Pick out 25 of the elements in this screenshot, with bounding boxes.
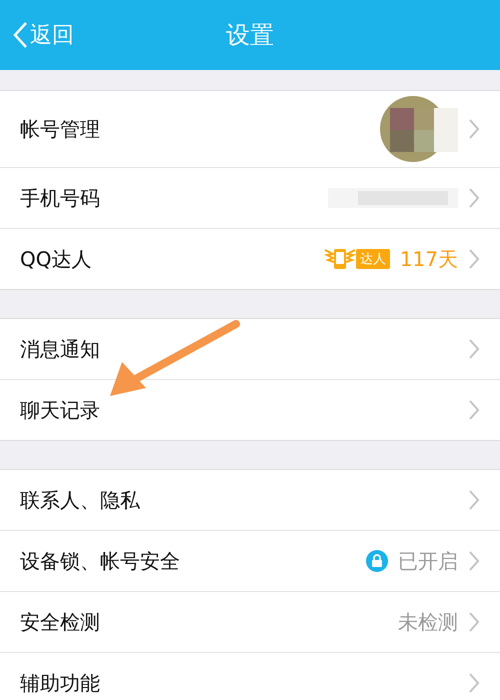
chevron-icon [468, 187, 480, 209]
settings-row[interactable]: 联系人、隐私 [0, 470, 500, 530]
settings-row[interactable]: QQ达人 达人 117天 [0, 228, 500, 289]
settings-row[interactable]: 辅助功能 [0, 652, 500, 700]
chevron-icon [468, 611, 480, 633]
settings-row[interactable]: 安全检测 未检测 [0, 591, 500, 652]
chevron-icon [468, 338, 480, 360]
settings-row[interactable]: 消息通知 [0, 319, 500, 379]
settings-row[interactable]: 手机号码 [0, 167, 500, 228]
winged-phone-icon [324, 246, 356, 272]
chevron-icon [468, 489, 480, 511]
chevron-icon [468, 248, 480, 270]
chevron-icon [468, 399, 480, 421]
chevron-icon [468, 118, 480, 140]
back-icon [12, 21, 28, 49]
status-value: 已开启 [398, 548, 458, 574]
settings-row[interactable]: 帐号管理 [0, 91, 500, 167]
expert-badge: 达人 [324, 246, 390, 272]
days-value: 117天 [400, 246, 458, 272]
chevron-icon [468, 550, 480, 572]
settings-row[interactable]: 设备锁、帐号安全 已开启 [0, 530, 500, 591]
lock-icon [366, 550, 388, 572]
status-value: 未检测 [398, 608, 458, 636]
page-title: 设置 [226, 21, 274, 49]
chevron-icon [468, 672, 480, 694]
